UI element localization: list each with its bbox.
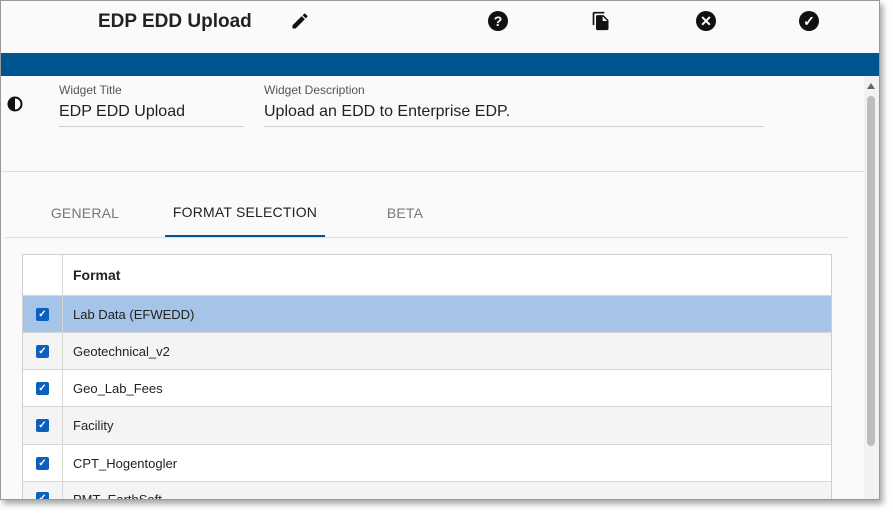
table-row[interactable]: ✓ Facility — [23, 407, 831, 445]
table-header-row: Format — [23, 255, 831, 296]
check-icon[interactable]: ✓ — [798, 10, 820, 32]
dialog-header: EDP EDD Upload ? ✕ ✓ — [1, 1, 879, 53]
row-checkbox[interactable]: ✓ — [36, 456, 49, 470]
row-checkbox[interactable]: ✓ — [36, 492, 49, 499]
column-header-format[interactable]: Format — [63, 267, 120, 283]
tab-general[interactable]: GENERAL — [5, 189, 165, 237]
copy-icon[interactable] — [590, 10, 612, 32]
widget-title-label: Widget Title — [59, 83, 122, 97]
table-row[interactable]: ✓ Geotechnical_v2 — [23, 333, 831, 370]
widget-title-input[interactable]: EDP EDD Upload — [59, 103, 244, 127]
table-row[interactable]: ✓ Geo_Lab_Fees — [23, 370, 831, 407]
pencil-icon[interactable] — [289, 10, 311, 32]
row-checkbox[interactable]: ✓ — [36, 419, 49, 432]
contrast-icon[interactable] — [7, 96, 23, 112]
tab-bar: GENERAL FORMAT SELECTION BETA — [5, 189, 849, 238]
tab-beta[interactable]: BETA — [325, 189, 485, 237]
format-table: Format ✓ Lab Data (EFWEDD) ✓ Geotechnica… — [22, 254, 832, 500]
dialog-title: EDP EDD Upload — [98, 11, 252, 32]
header-checkbox-cell — [23, 255, 63, 295]
row-checkbox[interactable]: ✓ — [36, 381, 49, 395]
tab-format-selection[interactable]: FORMAT SELECTION — [165, 189, 325, 237]
scroll-up-arrow-icon[interactable] — [867, 83, 875, 89]
table-row[interactable]: ✓ PMT_EarthSoft — [23, 482, 831, 500]
row-checkbox[interactable]: ✓ — [36, 344, 49, 358]
widget-editor-dialog: EDP EDD Upload ? ✕ ✓ Widget Title EDP ED… — [0, 0, 880, 500]
format-cell: Geo_Lab_Fees — [73, 380, 163, 396]
format-cell: CPT_Hogentogler — [73, 455, 178, 471]
table-row[interactable]: ✓ Lab Data (EFWEDD) — [23, 296, 831, 333]
widget-description-input[interactable]: Upload an EDD to Enterprise EDP. — [264, 103, 764, 127]
widget-description-label: Widget Description — [264, 83, 365, 97]
format-cell: Facility — [73, 418, 114, 433]
close-icon[interactable]: ✕ — [695, 10, 717, 32]
row-checkbox[interactable]: ✓ — [36, 307, 49, 321]
widget-details: Widget Title EDP EDD Upload Widget Descr… — [1, 76, 864, 172]
help-icon[interactable]: ? — [487, 10, 509, 32]
format-cell: Geotechnical_v2 — [73, 343, 170, 359]
format-cell: Lab Data (EFWEDD) — [73, 306, 195, 322]
scrollbar-thumb[interactable] — [867, 96, 875, 446]
format-cell: PMT_EarthSoft — [73, 492, 162, 500]
table-row[interactable]: ✓ CPT_Hogentogler — [23, 445, 831, 482]
accent-bar — [1, 53, 879, 76]
